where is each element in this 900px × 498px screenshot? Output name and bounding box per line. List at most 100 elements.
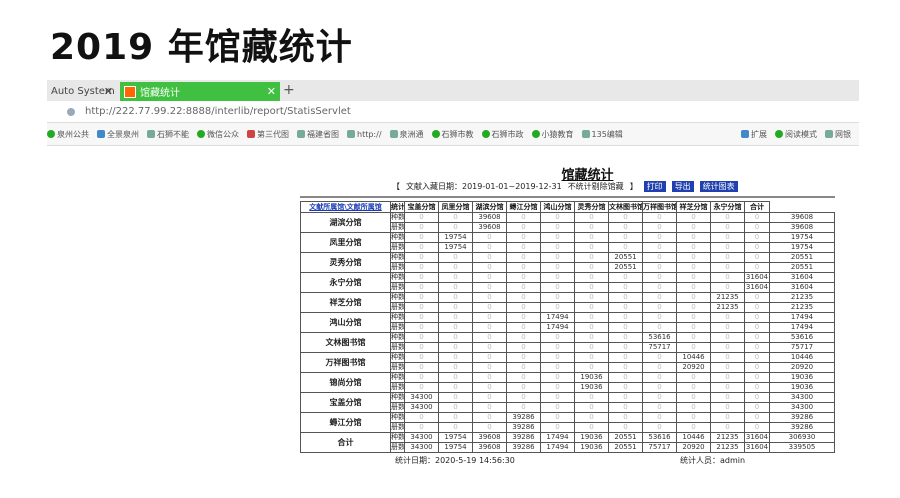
- table-row: 合计 种数 34300 19754 39608 39286 17494 19036 20551 5…: [300, 432, 835, 453]
- column-header: 合计: [744, 201, 770, 213]
- table-cell: 0: [438, 412, 473, 423]
- table-cell: 0: [574, 222, 609, 233]
- table-cell: 0: [540, 392, 575, 403]
- library-name: 永宁分馆: [300, 272, 391, 293]
- table-cell: 0: [506, 372, 541, 383]
- bookmark-item[interactable]: 福建省图: [297, 129, 339, 140]
- table-cell: 0: [506, 292, 541, 303]
- table-cell: 0: [642, 412, 677, 423]
- close-icon[interactable]: ✕: [104, 85, 113, 98]
- reader-mode-icon: [775, 130, 783, 138]
- table-cell: 0: [438, 382, 473, 393]
- bookmark-icon: [389, 130, 398, 138]
- table-cell: 0: [540, 242, 575, 253]
- table-cell: 0: [574, 262, 609, 273]
- table-cell: 0: [676, 402, 711, 413]
- bookmark-item[interactable]: 泉洲通: [389, 129, 424, 140]
- table-cell: 0: [540, 402, 575, 413]
- table-cell: 0: [472, 362, 507, 373]
- bank-icon: [825, 130, 833, 138]
- table-cell: 0: [506, 252, 541, 263]
- address-bar[interactable]: http://222.77.99.22:8888/interlib/report…: [47, 101, 859, 123]
- table-cell: 0: [574, 342, 609, 353]
- table-cell: 0: [404, 232, 439, 243]
- table-row: 祥芝分馆 种数 0 0 0 0 0 0 0 0 0 21235 0 21235: [300, 292, 835, 313]
- table-cell: 0: [710, 402, 745, 413]
- table-cell: 0: [404, 362, 439, 373]
- table-cell: 20551: [608, 252, 643, 263]
- bookmark-item[interactable]: 石狮不能: [147, 129, 189, 140]
- bookmark-item[interactable]: 石狮市政: [481, 129, 524, 140]
- table-cell: 0: [710, 352, 745, 363]
- reader-mode-button[interactable]: 阅读模式: [775, 129, 817, 140]
- table-cell: 0: [642, 242, 677, 253]
- table-cell: 0: [676, 392, 711, 403]
- table-cell: 0: [608, 332, 643, 343]
- table-cell: 39608: [472, 432, 507, 443]
- table-cell: 0: [404, 352, 439, 363]
- table-cell: 0: [574, 322, 609, 333]
- bookmark-icon: [297, 130, 305, 138]
- extensions-button[interactable]: 扩展: [741, 129, 767, 140]
- column-header: 永宁分馆: [710, 201, 745, 213]
- bookmark-icon: [431, 130, 440, 138]
- table-cell: 0: [404, 322, 439, 333]
- table-cell: 0: [642, 352, 677, 363]
- library-name: 祥芝分馆: [300, 292, 391, 313]
- stat-kind: 册数: [390, 282, 405, 293]
- bookmark-item[interactable]: 石狮市教: [431, 129, 474, 140]
- table-cell: 20551: [608, 432, 643, 443]
- report-title: 馆藏统计: [561, 168, 614, 183]
- export-button[interactable]: 导出: [671, 180, 694, 192]
- stat-kind: 册数: [390, 442, 405, 453]
- column-header: 宝盖分馆: [404, 201, 439, 213]
- bookmark-item[interactable]: 135编辑: [581, 129, 623, 140]
- column-header: 湖滨分馆: [472, 201, 507, 213]
- table-cell: 0: [642, 262, 677, 273]
- table-cell: 0: [744, 232, 770, 243]
- bookmark-icon: [481, 130, 490, 138]
- url-text[interactable]: http://222.77.99.22:8888/interlib/report…: [85, 106, 351, 117]
- bookmark-item[interactable]: 全景泉州: [97, 129, 139, 140]
- library-name: 文林图书馆: [300, 332, 391, 353]
- table-cell: 0: [608, 282, 643, 293]
- table-cell: 21235: [710, 442, 745, 453]
- table-cell: 39608: [769, 212, 835, 223]
- table-cell: 0: [506, 402, 541, 413]
- table-cell: 0: [438, 302, 473, 313]
- extensions-icon: [741, 130, 749, 138]
- table-cell: 0: [744, 342, 770, 353]
- bookmark-item[interactable]: 微信公众: [197, 129, 239, 140]
- table-corner-header[interactable]: 文献所属馆\文献所属馆: [300, 201, 391, 213]
- divider: [300, 196, 835, 198]
- table-cell: 0: [676, 332, 711, 343]
- table-cell: 0: [744, 242, 770, 253]
- table-cell: 19754: [438, 432, 473, 443]
- table-cell: 0: [506, 332, 541, 343]
- favicon-icon: [124, 85, 136, 98]
- table-cell: 0: [574, 232, 609, 243]
- bookmark-item[interactable]: http://: [347, 130, 382, 139]
- chart-button[interactable]: 统计图表: [699, 180, 738, 192]
- tab-auto-system[interactable]: Auto System ✕: [47, 82, 117, 101]
- table-cell: 0: [608, 382, 643, 393]
- new-tab-button[interactable]: +: [283, 82, 295, 98]
- table-cell: 39608: [472, 212, 507, 223]
- table-cell: 0: [404, 372, 439, 383]
- table-cell: 39608: [472, 442, 507, 453]
- table-cell: 0: [438, 362, 473, 373]
- tab-collection-stats[interactable]: 馆藏统计 ✕: [120, 82, 280, 101]
- bank-button[interactable]: 网银: [825, 129, 851, 140]
- table-cell: 34300: [404, 432, 439, 443]
- table-cell: 34300: [404, 402, 439, 413]
- site-info-icon[interactable]: [67, 107, 75, 116]
- table-cell: 0: [710, 332, 745, 343]
- print-button[interactable]: 打印: [643, 180, 666, 192]
- bookmark-item[interactable]: 泉州公共: [47, 129, 89, 140]
- stat-kind: 册数: [390, 242, 405, 253]
- table-cell: 0: [608, 362, 643, 373]
- bookmark-item[interactable]: 第三代图: [247, 129, 289, 140]
- close-icon[interactable]: ✕: [267, 85, 276, 98]
- library-name: 合计: [300, 432, 391, 453]
- bookmark-item[interactable]: 小猿教育: [531, 129, 574, 140]
